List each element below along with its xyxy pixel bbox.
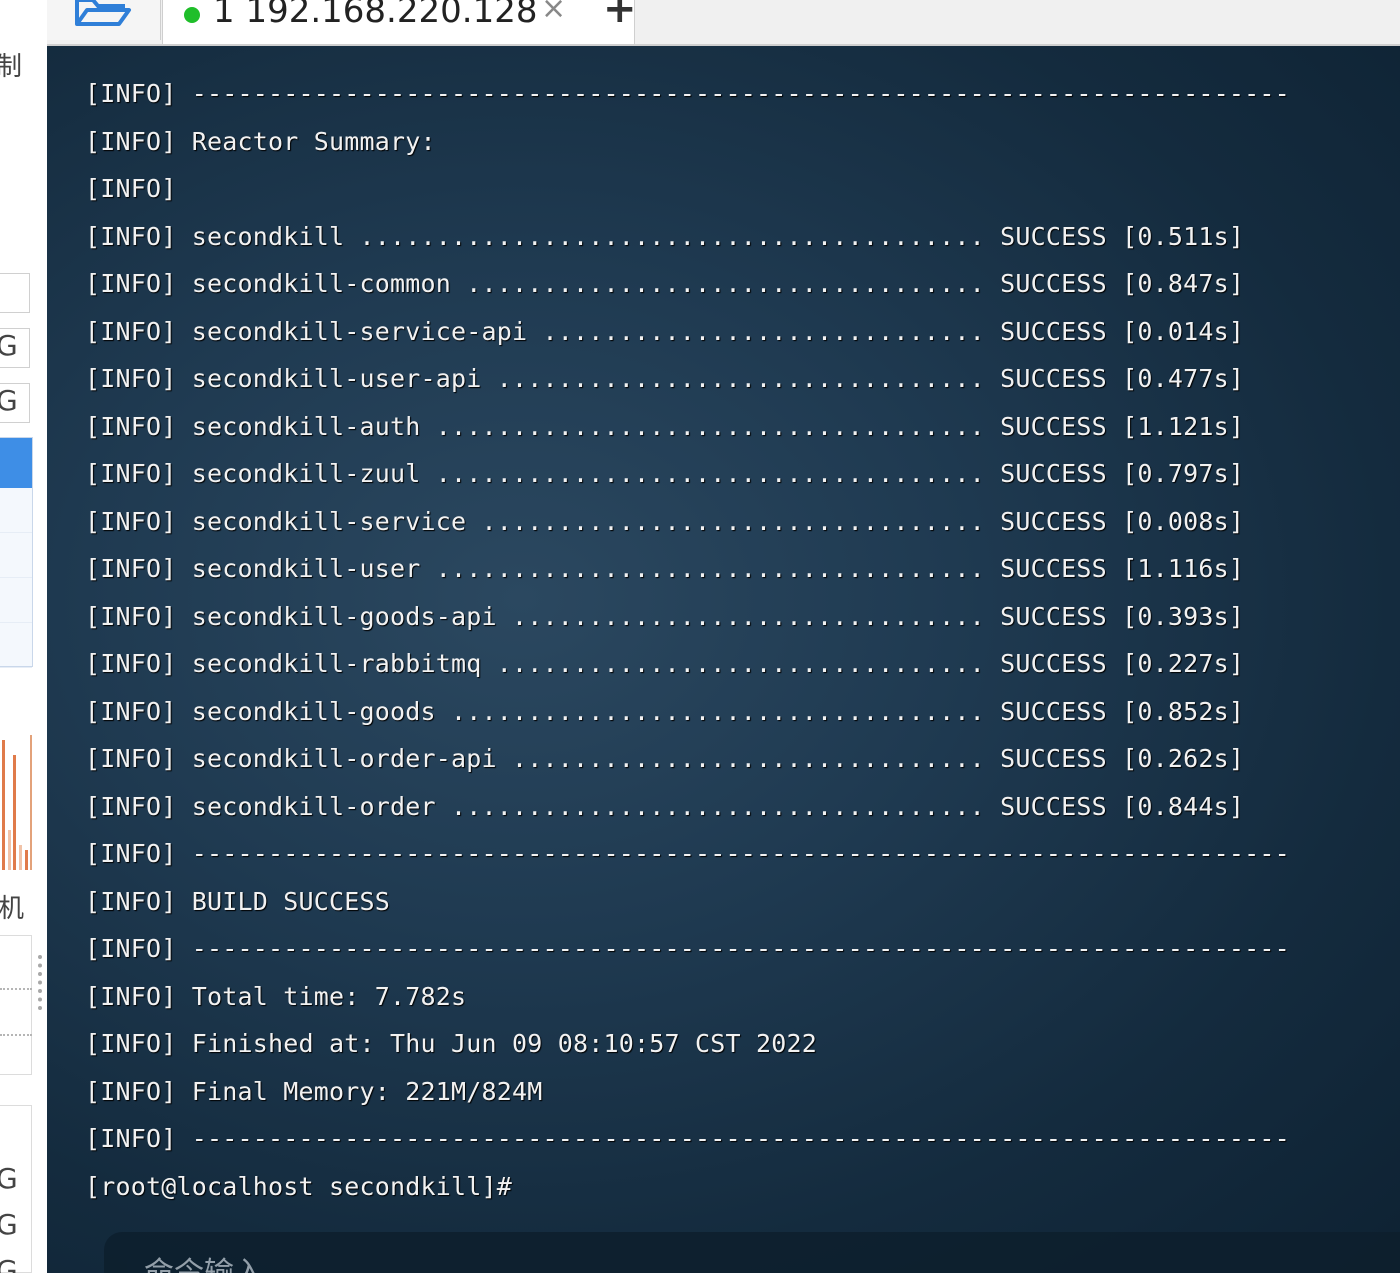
divider: [0, 988, 32, 990]
side-panel: 制 G G 机 G G G: [0, 0, 48, 1273]
side-value-label: G: [0, 1254, 18, 1273]
terminal-line: [INFO] ---------------------------------…: [85, 79, 1290, 108]
terminal-prompt: [root@localhost secondkill]#: [85, 1171, 513, 1201]
chart-bar: [19, 845, 22, 870]
terminal-line: [INFO] secondkill-common ...............…: [85, 269, 1245, 298]
side-value-label: G: [0, 1208, 18, 1241]
side-info-panel: [0, 935, 32, 1075]
terminal-line: [INFO] secondkill ......................…: [85, 221, 1245, 251]
side-list-item[interactable]: [0, 533, 32, 578]
connection-status-indicator: [184, 7, 200, 23]
terminal-line: [INFO]: [85, 174, 177, 203]
terminal-lines: [INFO] ---------------------------------…: [85, 74, 1290, 1214]
command-input-placeholder: 命令输入: [144, 1248, 264, 1273]
terminal-line: [INFO] Reactor Summary:: [85, 126, 436, 156]
command-input[interactable]: 命令输入: [104, 1232, 1400, 1273]
session-tab-host: 192.168.220.128: [245, 0, 538, 31]
resize-handle[interactable]: [38, 955, 42, 1010]
side-list-item[interactable]: [0, 578, 32, 623]
terminal-line: [INFO] secondkill-goods-api ............…: [85, 601, 1245, 631]
chart-bar: [13, 755, 16, 870]
terminal-line: [INFO] ---------------------------------…: [85, 839, 1290, 868]
terminal-line: [INFO] secondkill-user-api .............…: [85, 364, 1245, 393]
side-list-item[interactable]: [0, 623, 32, 668]
side-value-label: G: [0, 1162, 18, 1195]
side-list-item[interactable]: [0, 488, 32, 533]
terminal-line: [INFO] secondkill-service-api ..........…: [85, 316, 1245, 346]
side-value-label: G: [0, 384, 18, 417]
terminal-line: [INFO] Total time: 7.782s: [85, 981, 467, 1011]
folder-open-icon: [75, 0, 131, 26]
side-section-label: 机: [0, 894, 25, 924]
terminal-line: [INFO] ---------------------------------…: [85, 1124, 1290, 1153]
divider: [0, 1034, 32, 1036]
side-value-box: G: [0, 328, 30, 368]
terminal-line: [INFO] secondkill-goods ................…: [85, 696, 1245, 726]
side-bottom-panel: G G G: [0, 1105, 32, 1273]
side-value-box: G: [0, 383, 30, 423]
side-list: [0, 437, 33, 668]
terminal-line: [INFO] secondkill-user .................…: [85, 554, 1245, 583]
session-tab-index: 1: [213, 0, 235, 31]
chart-bar: [8, 830, 11, 870]
terminal-line: [INFO] secondkill-order-api ............…: [85, 744, 1245, 773]
close-tab-icon[interactable]: ×: [541, 0, 566, 26]
session-tab[interactable]: 1 192.168.220.128 ×: [162, 0, 635, 44]
side-panel-label: 制: [0, 46, 22, 83]
terminal-line: [INFO] secondkill-service ..............…: [85, 506, 1245, 536]
terminal-line: [INFO] secondkill-auth .................…: [85, 411, 1245, 441]
terminal-line: [INFO] secondkill-zuul .................…: [85, 459, 1245, 488]
chart-bar: [2, 740, 5, 870]
session-tab-title: 1 192.168.220.128: [213, 0, 537, 31]
terminal-line: [INFO] Finished at: Thu Jun 09 08:10:57 …: [85, 1029, 818, 1058]
terminal-output[interactable]: [INFO] ---------------------------------…: [47, 46, 1400, 1273]
chart-bar: [25, 850, 28, 870]
terminal-line: [INFO] secondkill-order ................…: [85, 791, 1245, 821]
open-session-button[interactable]: [47, 0, 161, 40]
terminal-line: [INFO] secondkill-rabbitmq .............…: [85, 649, 1245, 678]
terminal-line: [INFO] ---------------------------------…: [85, 934, 1290, 963]
side-value-label: G: [0, 329, 18, 362]
side-list-item-selected[interactable]: [0, 438, 32, 488]
side-usage-chart: [0, 735, 32, 870]
add-tab-icon[interactable]: +: [603, 0, 637, 32]
side-input-box[interactable]: [0, 273, 30, 313]
terminal-line: [INFO] BUILD SUCCESS: [85, 886, 391, 916]
session-tab-bar: 1 192.168.220.128 × +: [47, 0, 1400, 46]
terminal-line: [INFO] Final Memory: 221M/824M: [85, 1076, 543, 1106]
ssh-client-window: 制 G G 机 G G G: [0, 0, 1400, 1273]
